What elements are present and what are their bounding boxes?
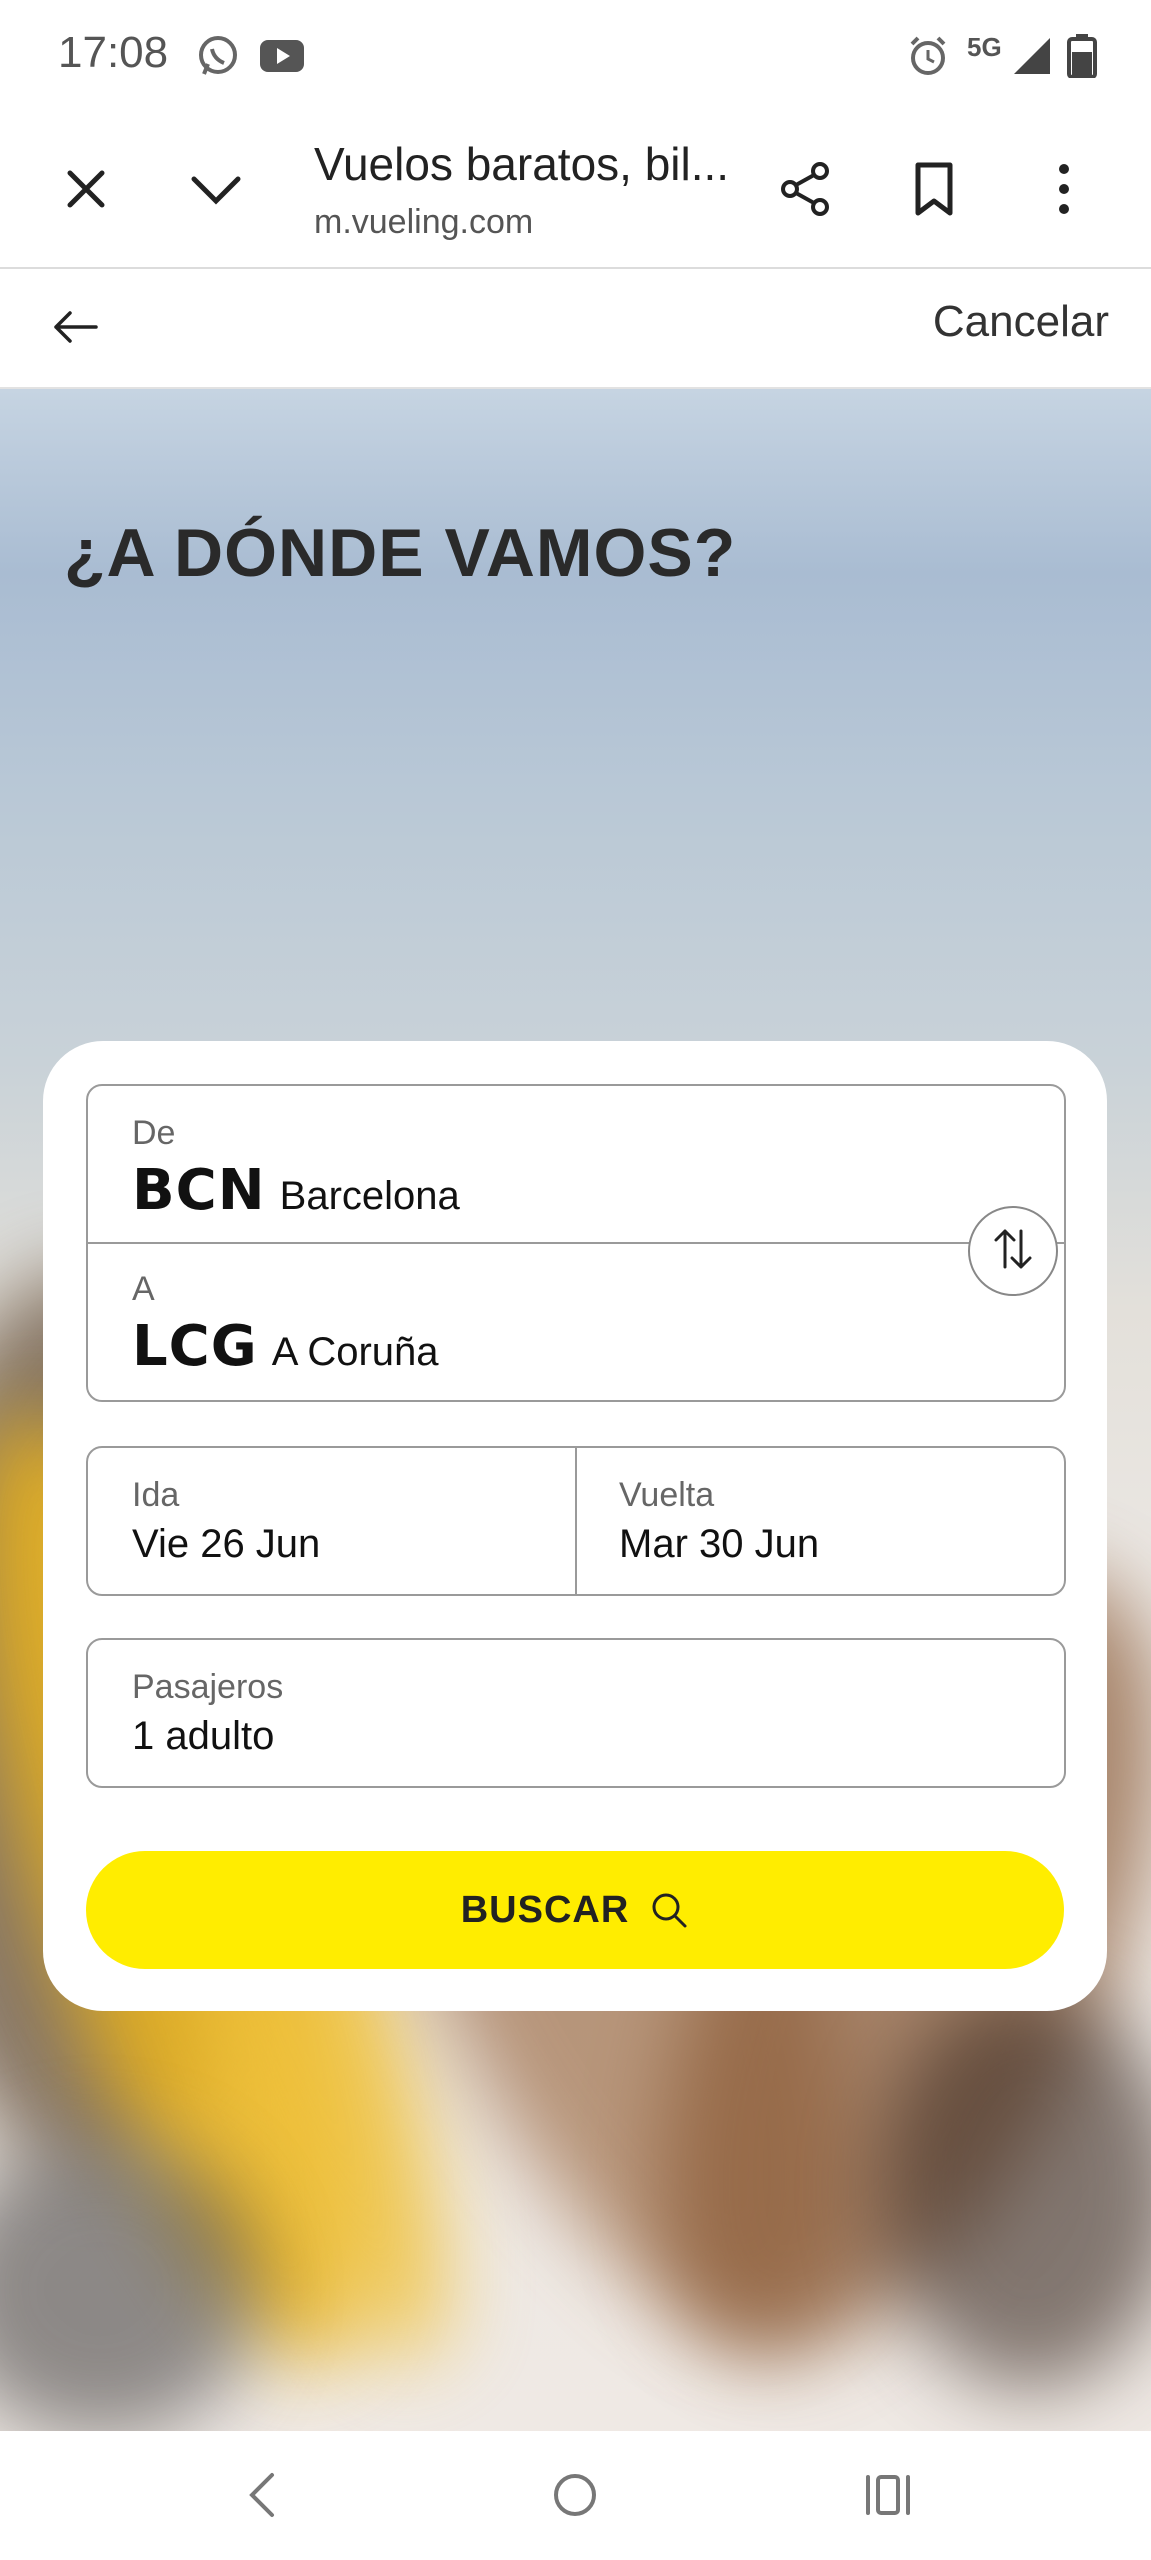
search-button-label: BUSCAR	[460, 1888, 630, 1931]
nav-back-button[interactable]	[222, 2457, 302, 2537]
destination-code: LCG	[132, 1314, 258, 1379]
back-button[interactable]	[40, 294, 110, 364]
origin-label: De	[132, 1114, 176, 1152]
signal-icon	[1010, 34, 1054, 83]
hero-background: ¿A DÓNDE VAMOS? De BCN Barcelona A LCG A…	[0, 389, 1151, 2431]
chevron-left-icon	[244, 2471, 280, 2524]
share-button[interactable]	[768, 153, 844, 229]
search-icon	[649, 1890, 689, 1930]
whatsapp-icon	[196, 34, 240, 83]
destination-field[interactable]: A LCG A Coruña	[88, 1244, 948, 1400]
status-time: 17:08	[58, 28, 169, 77]
return-label: Vuelta	[619, 1476, 715, 1514]
hero-title: ¿A DÓNDE VAMOS?	[64, 515, 737, 591]
bookmark-icon	[912, 161, 956, 222]
close-tab-button[interactable]	[48, 153, 124, 229]
site-header: Cancelar	[0, 269, 1151, 389]
search-card: De BCN Barcelona A LCG A Coruña Ida Vie …	[43, 1041, 1107, 2011]
chevron-down-icon	[190, 167, 242, 216]
battery-icon	[1064, 34, 1100, 83]
swap-arrows-icon	[991, 1225, 1035, 1278]
home-circle-icon	[551, 2471, 599, 2524]
nav-home-button[interactable]	[535, 2457, 615, 2537]
route-box: De BCN Barcelona A LCG A Coruña	[86, 1084, 1066, 1402]
origin-field[interactable]: De BCN Barcelona	[88, 1086, 1064, 1242]
outbound-date-field[interactable]: Ida Vie 26 Jun	[88, 1448, 575, 1594]
cancel-button[interactable]: Cancelar	[933, 297, 1109, 347]
return-date-field[interactable]: Vuelta Mar 30 Jun	[577, 1448, 1064, 1594]
destination-city: A Coruña	[271, 1330, 439, 1374]
swap-button[interactable]	[968, 1206, 1058, 1296]
return-value: Mar 30 Jun	[619, 1522, 820, 1566]
status-bar: 17:08 5G	[0, 0, 1151, 115]
page-title[interactable]: Vuelos baratos, bil...	[314, 137, 729, 191]
youtube-icon	[258, 34, 306, 83]
search-button[interactable]: BUSCAR	[86, 1851, 1064, 1969]
more-vert-icon	[1054, 161, 1074, 222]
destination-label: A	[132, 1270, 155, 1308]
passengers-value: 1 adulto	[132, 1714, 275, 1758]
recents-icon	[862, 2473, 914, 2522]
origin-code: BCN	[132, 1158, 266, 1223]
outbound-value: Vie 26 Jun	[132, 1522, 321, 1566]
passengers-field[interactable]: Pasajeros 1 adulto	[86, 1638, 1066, 1788]
network-type: 5G	[967, 32, 1002, 62]
page-url[interactable]: m.vueling.com	[314, 203, 533, 242]
outbound-label: Ida	[132, 1476, 180, 1514]
share-icon	[778, 161, 834, 222]
system-nav-bar	[0, 2431, 1151, 2560]
more-options-button[interactable]	[1026, 153, 1102, 229]
passengers-label: Pasajeros	[132, 1668, 284, 1706]
browser-toolbar: Vuelos baratos, bil... m.vueling.com	[0, 115, 1151, 269]
nav-recents-button[interactable]	[848, 2457, 928, 2537]
minimize-button[interactable]	[178, 153, 254, 229]
alarm-icon	[906, 34, 950, 83]
bookmark-button[interactable]	[896, 153, 972, 229]
origin-city: Barcelona	[279, 1174, 460, 1218]
arrow-left-icon	[52, 310, 98, 349]
close-icon	[64, 167, 108, 216]
dates-box: Ida Vie 26 Jun Vuelta Mar 30 Jun	[86, 1446, 1066, 1596]
